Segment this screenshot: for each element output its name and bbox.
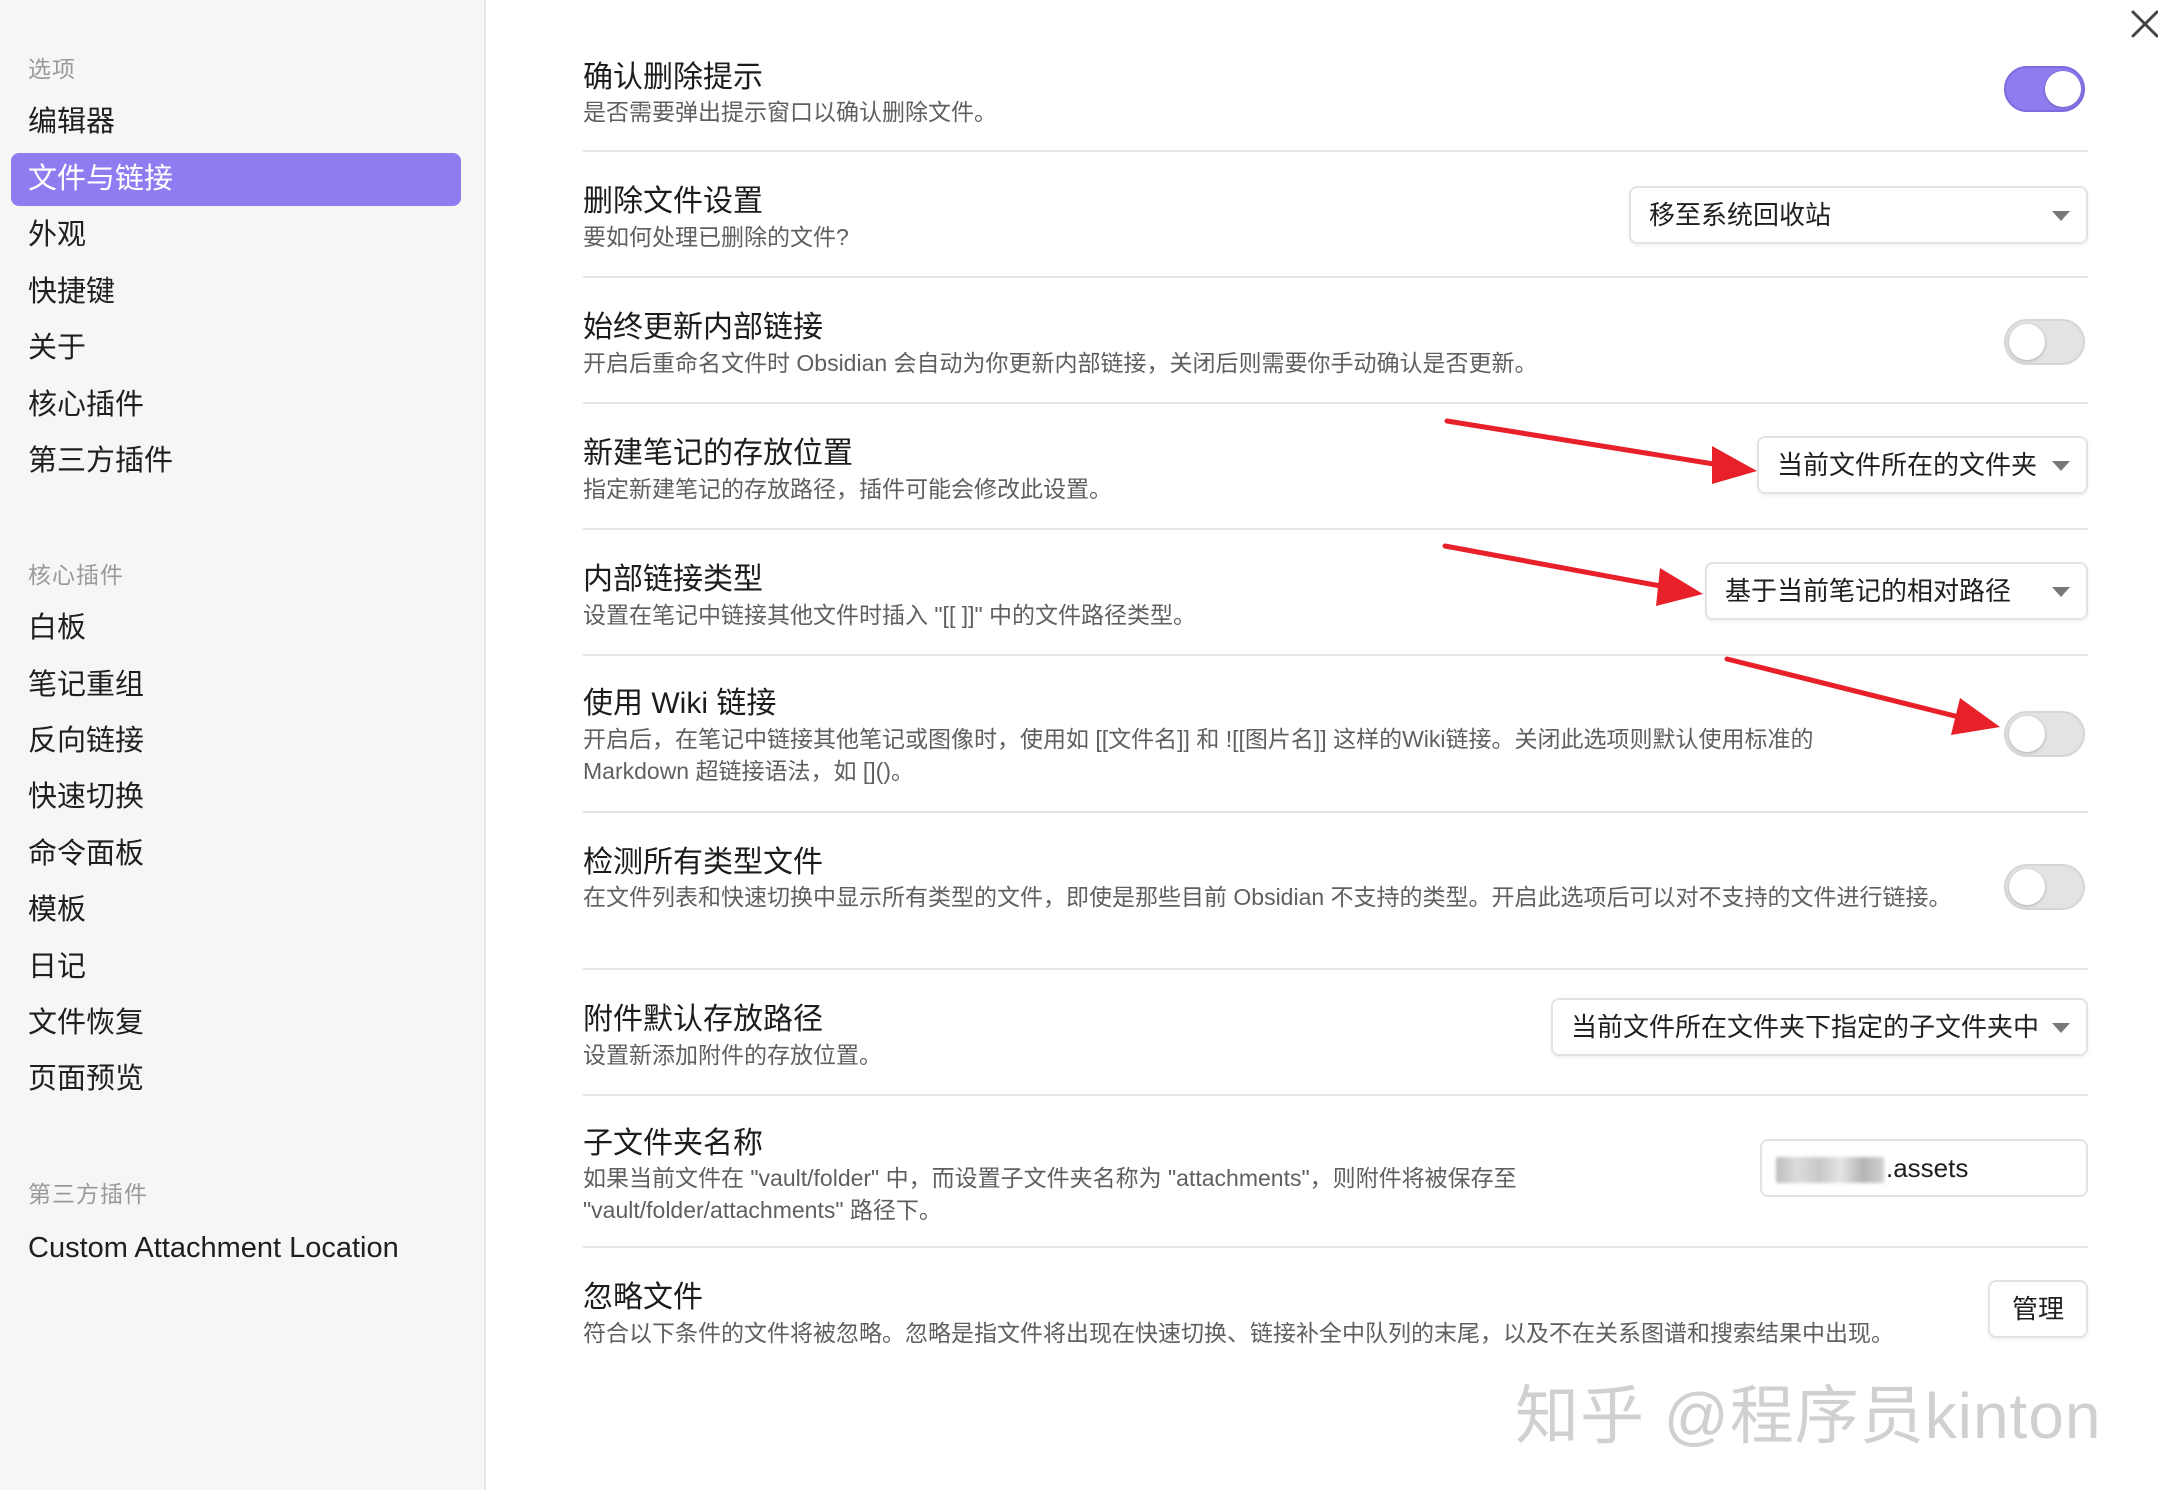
sidebar-item-page-preview[interactable]: 页面预览 <box>11 1053 461 1106</box>
setting-description: 指定新建笔记的存放路径，插件可能会修改此设置。 <box>583 476 1112 502</box>
attachment-location-dropdown[interactable]: 当前文件所在文件夹下指定的子文件夹中 <box>1551 998 2088 1056</box>
sidebar-item-files-links[interactable]: 文件与链接 <box>11 153 461 206</box>
redacted-text <box>1776 1157 1884 1184</box>
new-note-location-dropdown[interactable]: 当前文件所在的文件夹 <box>1757 436 2088 494</box>
chevron-down-icon <box>2052 1023 2070 1033</box>
setting-title: 使用 Wiki 链接 <box>583 687 777 720</box>
setting-subfolder-name: 子文件夹名称 如果当前文件在 "vault/folder" 中，而设置子文件夹名… <box>583 1096 2088 1248</box>
setting-description: 是否需要弹出提示窗口以确认删除文件。 <box>583 99 997 125</box>
setting-deleted-files: 删除文件设置 要如何处理已删除的文件? 移至系统回收站 <box>583 152 2088 278</box>
setting-title: 内部链接类型 <box>583 563 763 596</box>
setting-description: 在文件列表和快速切换中显示所有类型的文件，即使是那些目前 Obsidian 不支… <box>583 884 1952 910</box>
always-update-links-toggle[interactable] <box>2004 319 2085 365</box>
toggle-knob <box>2045 71 2081 107</box>
sidebar-item-note-composer[interactable]: 笔记重组 <box>11 659 461 712</box>
watermark: 知乎 @程序员kinton <box>1515 1380 2102 1452</box>
sidebar-section-options: 选项 <box>28 56 76 82</box>
settings-sidebar: 选项 编辑器 文件与链接 外观 快捷键 关于 核心插件 第三方插件 核心插件 白… <box>0 0 486 1490</box>
sidebar-item-backlinks[interactable]: 反向链接 <box>11 715 461 768</box>
sidebar-item-editor[interactable]: 编辑器 <box>11 96 461 149</box>
sidebar-item-core-plugins[interactable]: 核心插件 <box>11 379 461 432</box>
setting-internal-link-type: 内部链接类型 设置在笔记中链接其他文件时插入 "[[ ]]" 中的文件路径类型。… <box>583 530 2088 656</box>
setting-title: 附件默认存放路径 <box>583 1003 823 1036</box>
setting-description: 设置在笔记中链接其他文件时插入 "[[ ]]" 中的文件路径类型。 <box>583 602 1197 628</box>
dropdown-value: 当前文件所在文件夹下指定的子文件夹中 <box>1571 1012 2040 1042</box>
dropdown-value: 移至系统回收站 <box>1649 200 1832 230</box>
setting-description: 要如何处理已删除的文件? <box>583 224 849 250</box>
setting-title: 子文件夹名称 <box>583 1127 763 1160</box>
sidebar-section-third-party: 第三方插件 <box>28 1181 148 1207</box>
setting-new-note-location: 新建笔记的存放位置 指定新建笔记的存放路径，插件可能会修改此设置。 当前文件所在… <box>583 404 2088 530</box>
subfolder-name-value: .assets <box>1886 1153 1969 1183</box>
setting-description: 开启后，在笔记中链接其他笔记或图像时，使用如 [[文件名]] 和 ![[图片名]… <box>583 726 1814 784</box>
toggle-knob <box>2009 716 2045 752</box>
chevron-down-icon <box>2052 587 2070 597</box>
setting-title: 确认删除提示 <box>583 61 763 94</box>
setting-title: 忽略文件 <box>583 1281 703 1314</box>
setting-title: 删除文件设置 <box>583 185 763 218</box>
sidebar-item-file-recovery[interactable]: 文件恢复 <box>11 997 461 1050</box>
sidebar-item-daily-notes[interactable]: 日记 <box>11 941 461 994</box>
setting-description: 设置新添加附件的存放位置。 <box>583 1042 882 1068</box>
sidebar-item-hotkeys[interactable]: 快捷键 <box>11 266 461 319</box>
confirm-delete-toggle[interactable] <box>2004 66 2085 112</box>
setting-description: 如果当前文件在 "vault/folder" 中，而设置子文件夹名称为 "att… <box>583 1165 1517 1223</box>
setting-title: 始终更新内部链接 <box>583 311 823 344</box>
close-icon[interactable] <box>2128 4 2158 42</box>
setting-title: 新建笔记的存放位置 <box>583 437 853 470</box>
dropdown-value: 基于当前笔记的相对路径 <box>1725 576 2012 606</box>
chevron-down-icon <box>2052 461 2070 471</box>
toggle-knob <box>2009 869 2045 905</box>
setting-description: 开启后重命名文件时 Obsidian 会自动为你更新内部链接，关闭后则需要你手动… <box>583 350 1538 376</box>
use-wiki-links-toggle[interactable] <box>2004 711 2085 757</box>
chevron-down-icon <box>2052 211 2070 221</box>
dropdown-value: 当前文件所在的文件夹 <box>1777 450 2038 480</box>
setting-title: 检测所有类型文件 <box>583 846 823 879</box>
internal-link-type-dropdown[interactable]: 基于当前笔记的相对路径 <box>1705 562 2088 620</box>
sidebar-item-quick-switcher[interactable]: 快速切换 <box>11 771 461 824</box>
setting-use-wiki-links: 使用 Wiki 链接 开启后，在笔记中链接其他笔记或图像时，使用如 [[文件名]… <box>583 656 2088 813</box>
detect-all-file-types-toggle[interactable] <box>2004 864 2085 910</box>
sidebar-item-community-plugins[interactable]: 第三方插件 <box>11 435 461 488</box>
sidebar-item-appearance[interactable]: 外观 <box>11 209 461 262</box>
setting-always-update-links: 始终更新内部链接 开启后重命名文件时 Obsidian 会自动为你更新内部链接，… <box>583 278 2088 404</box>
setting-excluded-files: 忽略文件 符合以下条件的文件将被忽略。忽略是指文件将出现在快速切换、链接补全中队… <box>583 1248 2088 1368</box>
sidebar-item-custom-attachment-location[interactable]: Custom Attachment Location <box>11 1222 461 1275</box>
deleted-files-dropdown[interactable]: 移至系统回收站 <box>1629 186 2088 244</box>
sidebar-section-core: 核心插件 <box>28 562 124 588</box>
setting-detect-all-file-types: 检测所有类型文件 在文件列表和快速切换中显示所有类型的文件，即使是那些目前 Ob… <box>583 813 2088 970</box>
sidebar-item-about[interactable]: 关于 <box>11 322 461 375</box>
subfolder-name-input[interactable]: .assets <box>1760 1139 2088 1197</box>
setting-attachment-location: 附件默认存放路径 设置新添加附件的存放位置。 当前文件所在文件夹下指定的子文件夹… <box>583 970 2088 1096</box>
toggle-knob <box>2009 324 2045 360</box>
sidebar-item-templates[interactable]: 模板 <box>11 884 461 937</box>
setting-description: 符合以下条件的文件将被忽略。忽略是指文件将出现在快速切换、链接补全中队列的末尾，… <box>583 1320 1894 1346</box>
manage-excluded-files-button[interactable]: 管理 <box>1987 1280 2088 1338</box>
setting-confirm-delete: 确认删除提示 是否需要弹出提示窗口以确认删除文件。 <box>583 30 2088 152</box>
sidebar-item-canvas[interactable]: 白板 <box>11 602 461 655</box>
sidebar-item-command-palette[interactable]: 命令面板 <box>11 828 461 881</box>
